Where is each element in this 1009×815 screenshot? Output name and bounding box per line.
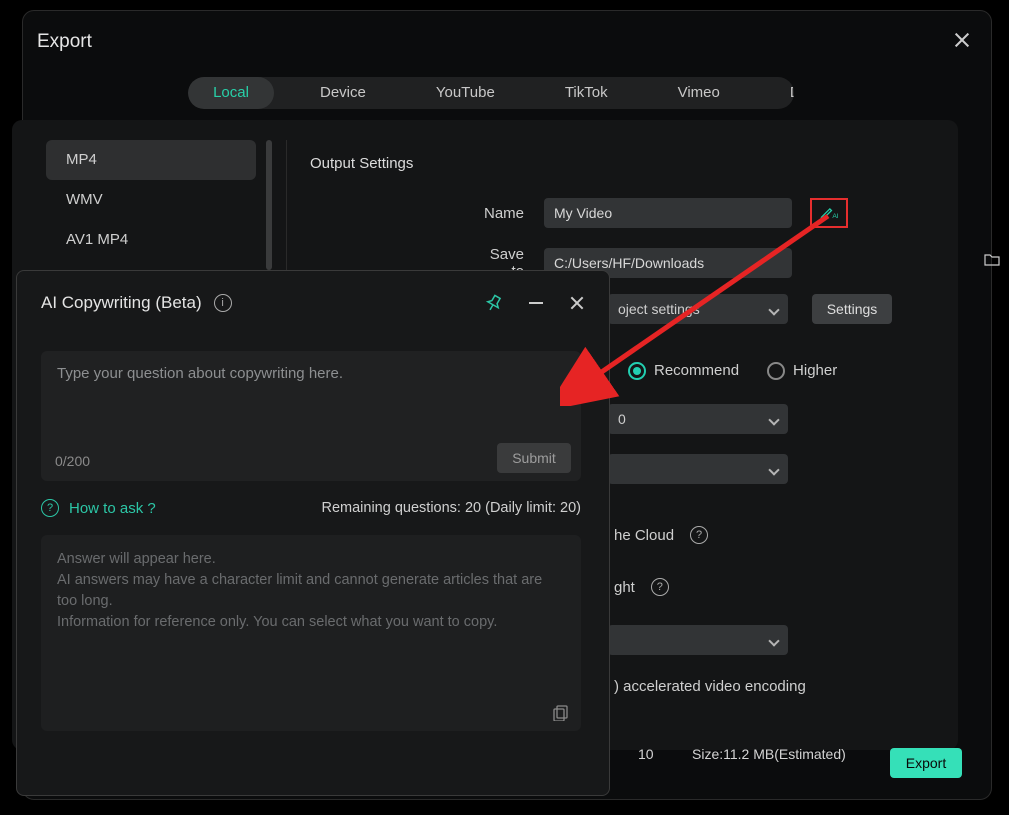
info-icon[interactable]: i <box>214 294 232 312</box>
ai-placeholder: Type your question about copywriting her… <box>57 365 565 382</box>
tab-device[interactable]: Device <box>304 77 382 109</box>
tab-youtube[interactable]: YouTube <box>420 77 511 109</box>
cloud-row: he Cloud <box>614 526 708 544</box>
output-settings-heading: Output Settings <box>310 155 413 172</box>
format-wmv[interactable]: WMV <box>46 180 256 220</box>
radio-off-icon <box>767 362 785 380</box>
close-icon[interactable] <box>569 295 585 311</box>
close-icon[interactable] <box>953 31 971 49</box>
settings-button[interactable]: Settings <box>812 294 892 324</box>
pin-icon[interactable] <box>485 294 503 312</box>
format-scrollbar[interactable] <box>266 140 272 270</box>
radio-on-icon <box>628 362 646 380</box>
copy-icon[interactable] <box>553 705 569 721</box>
encoding-label: ) accelerated video encoding <box>614 678 806 695</box>
chevron-down-icon <box>768 304 779 315</box>
dropdown-1-value: 0 <box>618 411 626 427</box>
export-tabs: Local Device YouTube TikTok Vimeo DVD <box>188 77 794 109</box>
answer-line: AI answers may have a character limit an… <box>57 570 565 612</box>
chevron-down-icon <box>768 414 779 425</box>
dropdown-2[interactable] <box>608 454 788 484</box>
ai-titlebar: AI Copywriting (Beta) i <box>41 291 585 315</box>
preset-dropdown-label: oject settings <box>618 301 700 317</box>
radio-higher[interactable]: Higher <box>767 362 837 380</box>
remaining-questions: Remaining questions: 20 (Daily limit: 20… <box>322 500 582 516</box>
cloud-label: he Cloud <box>614 527 674 544</box>
chevron-down-icon <box>768 464 779 475</box>
info-icon[interactable] <box>690 526 708 544</box>
format-av1mp4[interactable]: AV1 MP4 <box>46 220 256 260</box>
light-label: ght <box>614 579 635 596</box>
how-to-ask-link[interactable]: How to ask ? <box>69 500 156 517</box>
name-input[interactable] <box>544 198 792 228</box>
radio-recommend[interactable]: Recommend <box>628 362 739 380</box>
ai-answer-box: Answer will appear here. AI answers may … <box>41 535 581 731</box>
footer-size: Size:11.2 MB(Estimated) <box>692 746 846 762</box>
ai-title: AI Copywriting (Beta) <box>41 293 202 313</box>
ai-copywriting-panel: AI Copywriting (Beta) i Type your questi… <box>16 270 610 796</box>
folder-icon[interactable] <box>984 252 1000 266</box>
question-icon: ? <box>41 499 59 517</box>
pencil-ai-icon: AI <box>819 204 839 222</box>
format-mp4[interactable]: MP4 <box>46 140 256 180</box>
svg-text:AI: AI <box>832 213 838 220</box>
answer-line: Information for reference only. You can … <box>57 612 565 633</box>
chevron-down-icon <box>768 635 779 646</box>
footer-value: 10 <box>638 746 654 762</box>
ai-help-row: ? How to ask ? Remaining questions: 20 (… <box>41 499 581 517</box>
row-name: Name AI <box>480 198 848 228</box>
light-row: ght <box>614 578 669 596</box>
ai-edit-button[interactable]: AI <box>810 198 848 228</box>
format-list: MP4 WMV AV1 MP4 <box>46 140 256 260</box>
dropdown-3[interactable] <box>608 625 788 655</box>
ai-question-input[interactable]: Type your question about copywriting her… <box>41 351 581 481</box>
quality-radios: Recommend Higher <box>628 362 837 380</box>
name-label: Name <box>480 205 524 222</box>
answer-line: Answer will appear here. <box>57 549 565 570</box>
preset-dropdown[interactable]: oject settings <box>608 294 788 324</box>
info-icon[interactable] <box>651 578 669 596</box>
dropdown-1[interactable]: 0 <box>608 404 788 434</box>
char-count: 0/200 <box>55 453 90 469</box>
tab-tiktok[interactable]: TikTok <box>549 77 624 109</box>
tab-vimeo[interactable]: Vimeo <box>662 77 736 109</box>
minimize-icon[interactable] <box>529 302 543 304</box>
tab-local[interactable]: Local <box>188 77 274 109</box>
export-button[interactable]: Export <box>890 748 962 778</box>
submit-button[interactable]: Submit <box>497 443 571 473</box>
dialog-title: Export <box>37 31 92 53</box>
